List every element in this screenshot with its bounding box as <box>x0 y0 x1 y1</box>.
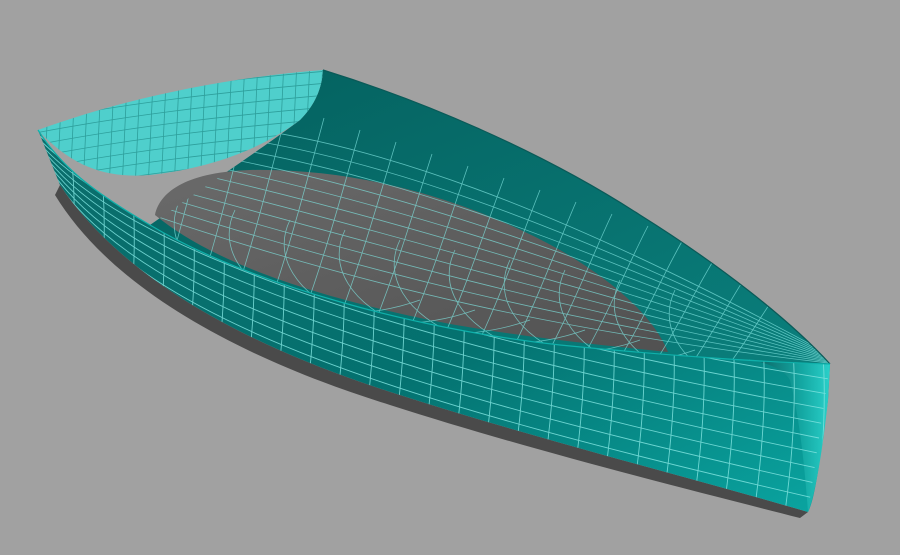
exterior-station <box>93 158 105 359</box>
3d-viewport[interactable] <box>0 0 900 555</box>
transom-vertical <box>43 70 51 176</box>
hull-render <box>37 69 831 518</box>
